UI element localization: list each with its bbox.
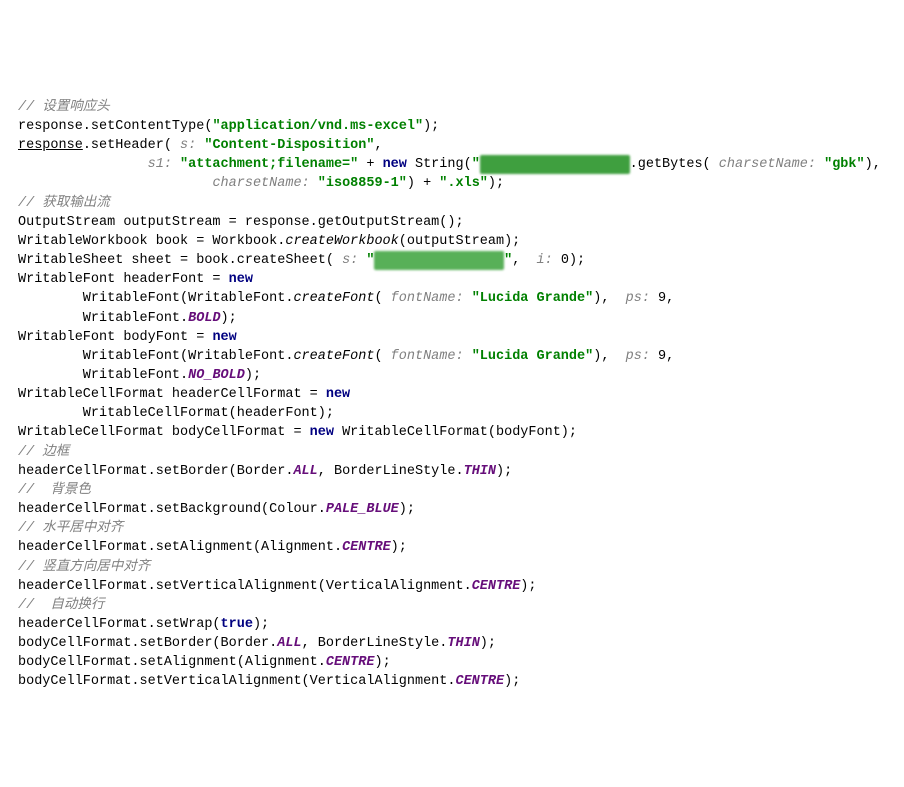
comment-line: // 设置响应头 — [18, 100, 110, 115]
code-line: WritableFont(WritableFont.createFont( fo… — [18, 349, 674, 364]
code-line: WritableWorkbook book = Workbook.createW… — [18, 234, 520, 249]
code-line: WritableFont(WritableFont.createFont( fo… — [18, 291, 674, 306]
code-line: headerCellFormat.setAlignment(Alignment.… — [18, 540, 407, 555]
comment-line: // 背景色 — [18, 483, 91, 498]
code-line: WritableFont headerFont = new — [18, 272, 253, 287]
code-line: WritableFont bodyFont = new — [18, 330, 237, 345]
code-line: WritableSheet sheet = book.createSheet( … — [18, 253, 585, 268]
code-line: headerCellFormat.setBorder(Border.ALL, B… — [18, 464, 512, 479]
code-line: response.setContentType("application/vnd… — [18, 119, 439, 134]
code-line: WritableCellFormat(headerFont); — [18, 406, 334, 421]
redacted-text: ██████████████████ — [480, 155, 630, 174]
code-line: s1: "attachment;filename=" + new String(… — [18, 157, 881, 172]
code-line: WritableFont.NO_BOLD); — [18, 368, 261, 383]
code-line: response.setHeader( s: "Content-Disposit… — [18, 138, 383, 153]
code-line: bodyCellFormat.setVerticalAlignment(Vert… — [18, 674, 520, 689]
comment-line: // 获取输出流 — [18, 196, 110, 211]
comment-line: // 边框 — [18, 445, 69, 460]
code-editor[interactable]: // 设置响应头 response.setContentType("applic… — [0, 77, 904, 692]
comment-line: // 竖直方向居中对齐 — [18, 560, 150, 575]
code-line: WritableFont.BOLD); — [18, 311, 237, 326]
code-line: headerCellFormat.setVerticalAlignment(Ve… — [18, 579, 537, 594]
code-line: OutputStream outputStream = response.get… — [18, 215, 464, 230]
redacted-text: ████████████████ — [374, 251, 504, 270]
code-line: bodyCellFormat.setBorder(Border.ALL, Bor… — [18, 636, 496, 651]
comment-line: // 水平居中对齐 — [18, 521, 123, 536]
code-line: WritableCellFormat headerCellFormat = ne… — [18, 387, 350, 402]
code-line: charsetName: "iso8859-1") + ".xls"); — [18, 176, 504, 191]
comment-line: // 自动换行 — [18, 598, 104, 613]
code-line: headerCellFormat.setBackground(Colour.PA… — [18, 502, 415, 517]
code-line: bodyCellFormat.setAlignment(Alignment.CE… — [18, 655, 391, 670]
code-line: headerCellFormat.setWrap(true); — [18, 617, 269, 632]
code-line: WritableCellFormat bodyCellFormat = new … — [18, 425, 577, 440]
